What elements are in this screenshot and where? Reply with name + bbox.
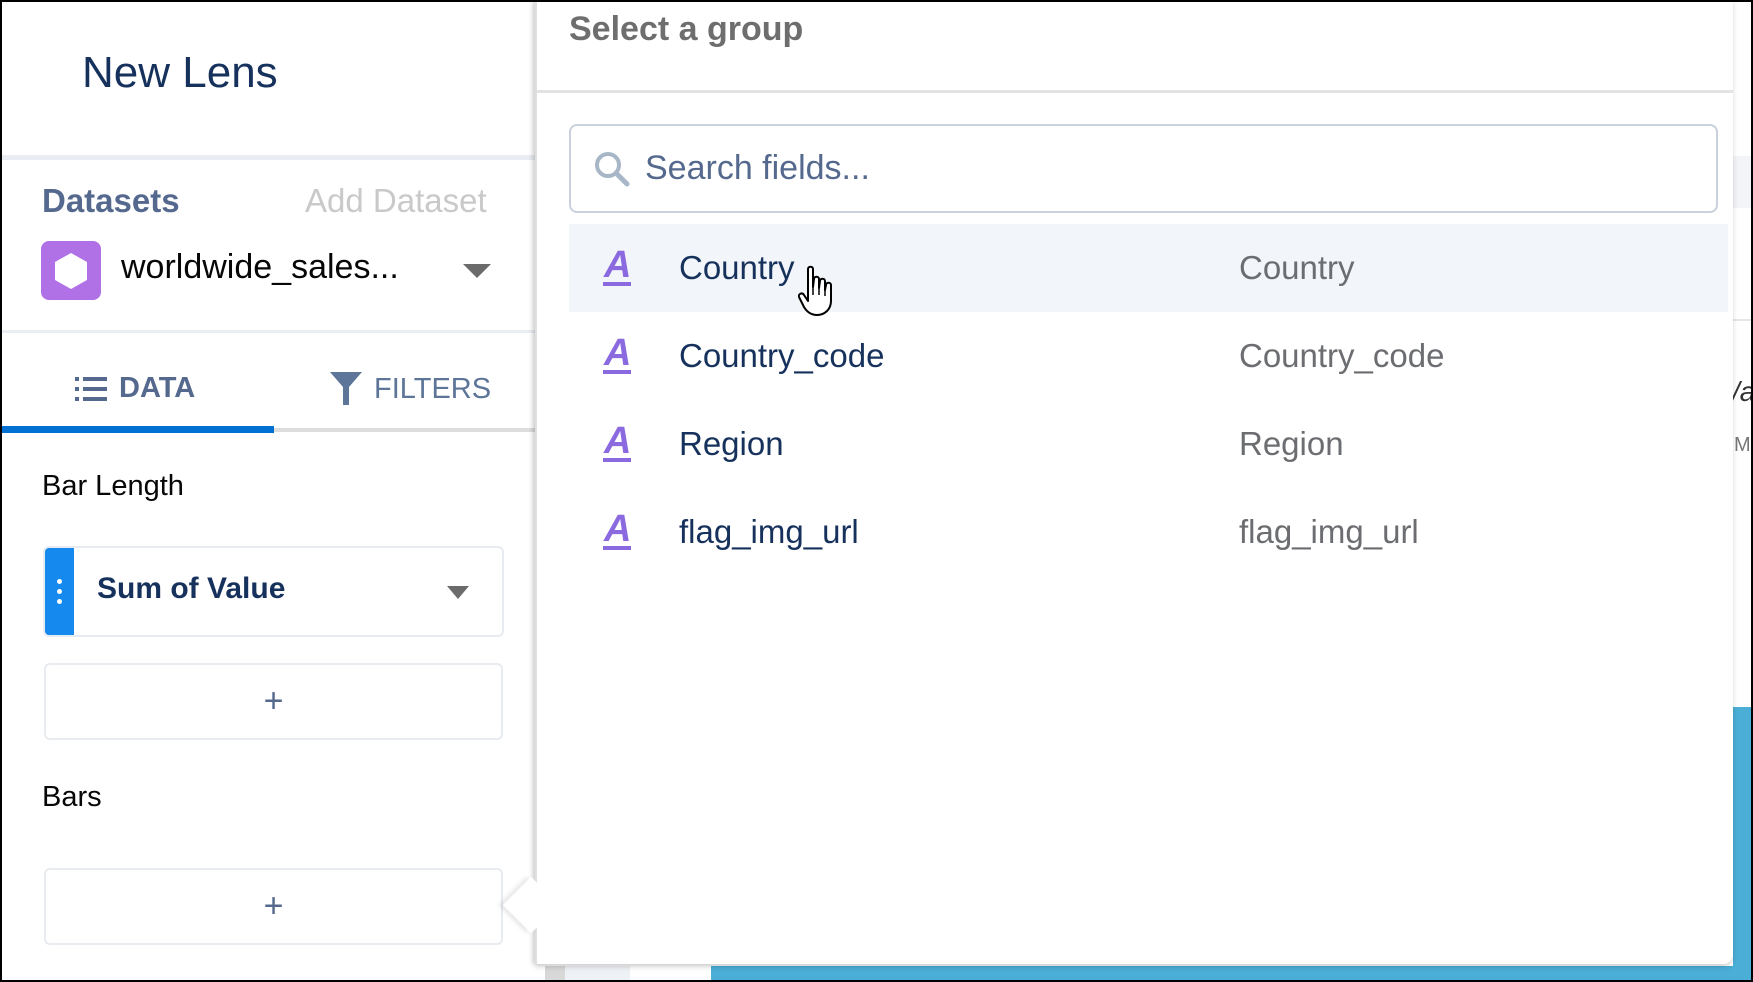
text-dimension-icon: A xyxy=(603,244,631,286)
search-field[interactable] xyxy=(569,124,1718,213)
tab-filters[interactable]: FILTERS xyxy=(330,372,491,406)
field-name: Region xyxy=(679,425,784,462)
datasets-label: Datasets xyxy=(42,182,180,219)
canvas-divider xyxy=(1733,319,1753,321)
drag-handle-icon[interactable] xyxy=(45,548,74,635)
chevron-down-icon[interactable] xyxy=(463,264,491,278)
field-name: flag_img_url xyxy=(679,513,859,550)
popover-divider xyxy=(537,90,1733,93)
hand-pointer-cursor-icon xyxy=(798,265,832,316)
field-label: Region xyxy=(1239,425,1344,462)
dataset-name[interactable]: worldwide_sales... xyxy=(121,248,399,287)
field-label: Country_code xyxy=(1239,337,1445,374)
tab-filters-label: FILTERS xyxy=(374,372,492,405)
chart-bar xyxy=(711,966,1753,982)
popover-arrow-cover xyxy=(537,870,567,940)
field-label: flag_img_url xyxy=(1239,513,1419,550)
canvas-partial-text: /a xyxy=(1732,376,1753,407)
dataset-hexagon-icon xyxy=(41,241,101,300)
field-name: Country_code xyxy=(679,337,885,374)
field-row-country[interactable]: A Country Country xyxy=(569,224,1728,312)
add-dataset-link[interactable]: Add Dataset xyxy=(305,182,487,220)
field-label: Country xyxy=(1239,249,1355,286)
measure-pill-label: Sum of Value xyxy=(97,572,286,605)
text-dimension-icon: A xyxy=(603,420,631,462)
canvas-scroll-element xyxy=(545,966,565,982)
field-row-country-code[interactable]: A Country_code Country_code xyxy=(569,312,1728,400)
add-group-button[interactable]: + xyxy=(44,868,503,945)
canvas-partial-text: M xyxy=(1734,434,1751,456)
svg-text:A: A xyxy=(603,332,631,374)
field-name: Country xyxy=(679,249,795,286)
lens-title[interactable]: New Lens xyxy=(82,48,278,98)
field-row-flag-img-url[interactable]: A flag_img_url flag_img_url xyxy=(569,488,1728,576)
list-icon xyxy=(75,376,107,401)
search-input[interactable] xyxy=(643,148,1697,189)
svg-text:A: A xyxy=(603,244,631,286)
popover-title: Select a group xyxy=(569,10,804,48)
text-dimension-icon: A xyxy=(603,508,631,550)
dataset-divider xyxy=(0,330,535,333)
tab-data[interactable]: DATA xyxy=(75,372,195,405)
chart-bar xyxy=(1733,707,1753,982)
select-group-popover: Select a group A Country Country A Count… xyxy=(535,0,1733,964)
text-dimension-icon: A xyxy=(603,332,631,374)
header-divider xyxy=(0,155,535,160)
tab-data-label: DATA xyxy=(119,372,196,404)
add-measure-button[interactable]: + xyxy=(44,663,503,740)
canvas-header-band xyxy=(1733,156,1753,208)
search-icon xyxy=(595,151,630,186)
field-row-region[interactable]: A Region Region xyxy=(569,400,1728,488)
filter-icon xyxy=(330,372,362,405)
canvas-block xyxy=(565,966,630,982)
measure-pill[interactable]: Sum of Value xyxy=(43,546,504,637)
svg-text:A: A xyxy=(603,420,631,462)
active-tab-indicator xyxy=(0,426,274,433)
bars-label: Bars xyxy=(42,781,102,813)
bar-length-label: Bar Length xyxy=(42,470,184,502)
chevron-down-icon[interactable] xyxy=(447,586,469,599)
field-list: A Country Country A Country_code Country… xyxy=(569,224,1728,576)
lens-sidebar: New Lens Datasets Add Dataset worldwide_… xyxy=(0,0,535,982)
svg-text:A: A xyxy=(603,508,631,550)
